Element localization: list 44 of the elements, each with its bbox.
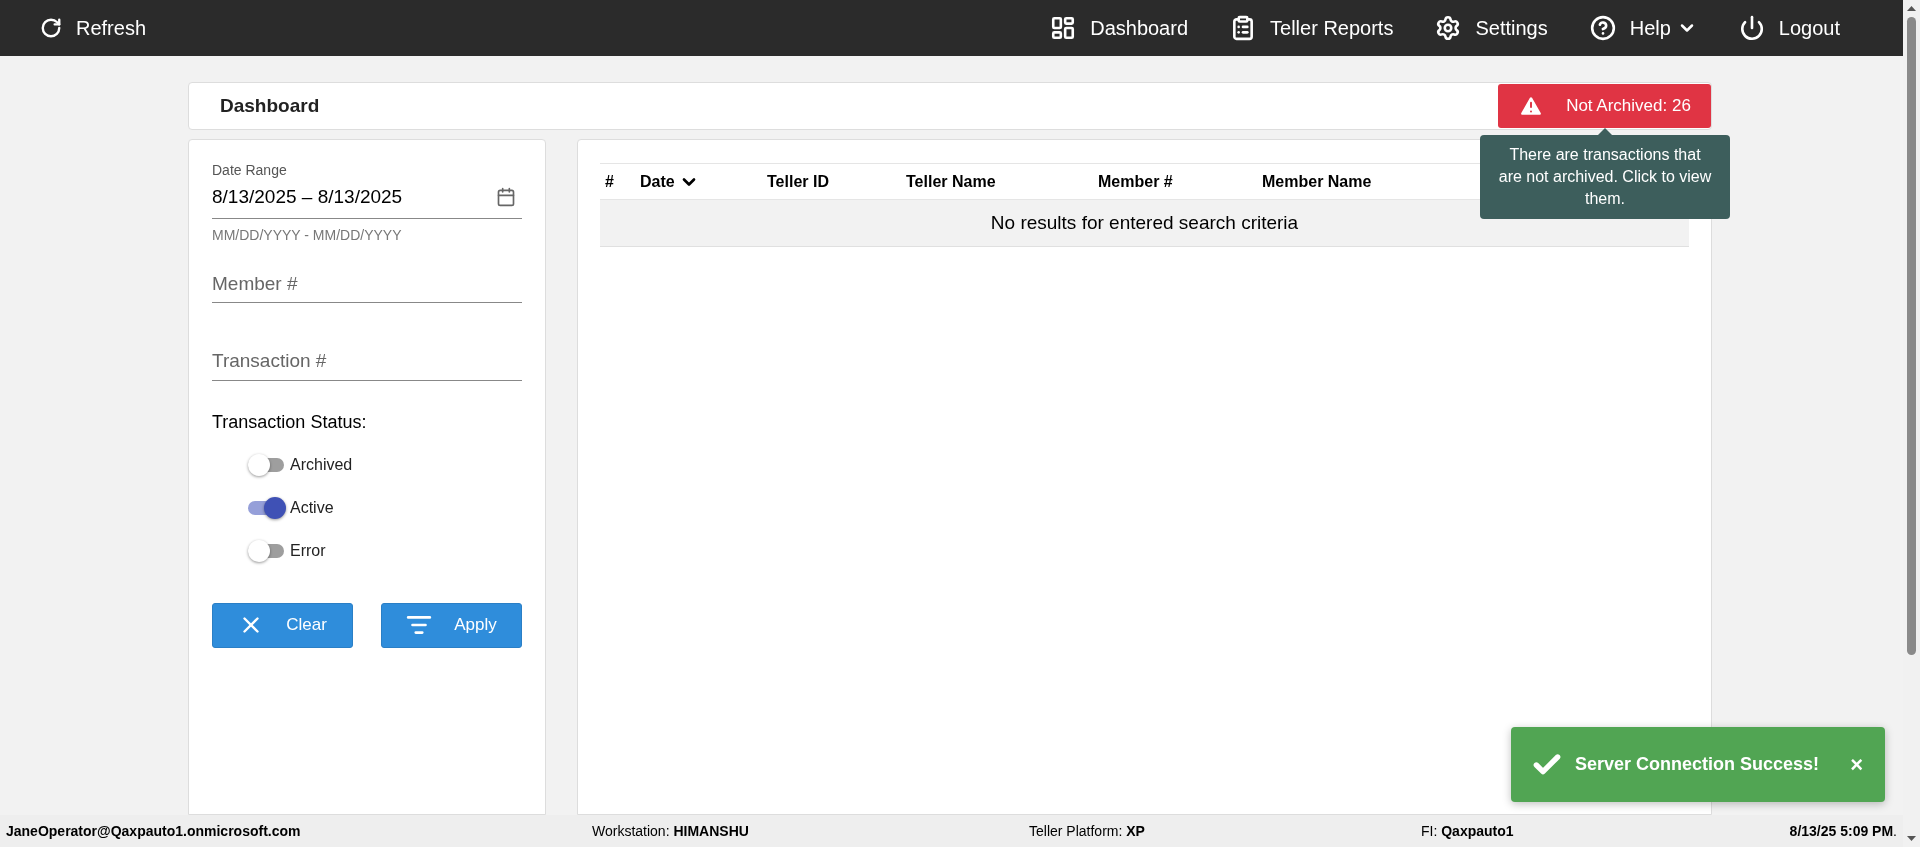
- member-field[interactable]: Member #: [212, 269, 522, 303]
- toggle-switch[interactable]: [248, 454, 286, 476]
- column-header[interactable]: Member #: [1098, 169, 1173, 194]
- column-header[interactable]: Teller ID: [767, 169, 829, 194]
- nav-link[interactable]: Dashboard: [1050, 13, 1189, 43]
- settings-icon: [1435, 15, 1462, 41]
- transaction-field[interactable]: Transaction #: [212, 347, 522, 381]
- refresh-button[interactable]: Refresh: [40, 13, 147, 43]
- help-icon: [1589, 15, 1616, 41]
- column-header[interactable]: #: [605, 169, 614, 194]
- status-text: JaneOperator@Qaxpauto1.onmicrosoft.com: [6, 822, 301, 839]
- toggle-switch[interactable]: [248, 540, 286, 562]
- status-text: 8/13/25 5:09 PM.: [1789, 822, 1897, 839]
- not-archived-button[interactable]: Not Archived: 26: [1498, 84, 1711, 128]
- apply-button[interactable]: Apply: [381, 602, 522, 648]
- clear-button[interactable]: Clear: [212, 602, 353, 648]
- column-header[interactable]: Member Name: [1262, 169, 1372, 194]
- field-hint: MM/DD/YYYY - MM/DD/YYYY: [212, 225, 403, 245]
- status-label: Transaction Status:: [212, 410, 368, 434]
- dashboard-icon: [1050, 15, 1077, 41]
- column-header[interactable]: Teller Name: [906, 169, 996, 194]
- page-title: Dashboard: [220, 93, 320, 118]
- nav-link[interactable]: Logout: [1738, 13, 1840, 43]
- status-text: Workstation: HIMANSHU: [592, 822, 749, 839]
- status-text: FI: Qaxpauto1: [1421, 822, 1514, 839]
- toggle-label: Active: [290, 498, 334, 518]
- scrollbar-thumb[interactable]: [1907, 17, 1916, 655]
- nav-link[interactable]: Teller Reports: [1230, 13, 1394, 43]
- empty-message: No results for entered search criteria: [990, 210, 1299, 235]
- field-label: Date Range: [212, 161, 288, 180]
- nav-link[interactable]: Settings: [1435, 13, 1548, 43]
- field-value: 8/13/2025 – 8/13/2025: [212, 185, 403, 209]
- column-header[interactable]: Date: [640, 169, 699, 194]
- nav-link[interactable]: Help: [1589, 13, 1697, 43]
- date-range-field[interactable]: Date Range 8/13/2025 – 8/13/2025: [212, 160, 522, 219]
- tooltip-text: There are transactions that are not archived. Click to view them.: [1498, 146, 1712, 207]
- toggle-label: Archived: [290, 455, 353, 475]
- power-icon: [1738, 15, 1765, 41]
- status-text: Teller Platform: XP: [1029, 822, 1145, 839]
- calendar-icon: [496, 187, 516, 208]
- refresh-icon: [40, 17, 62, 39]
- toggle-switch[interactable]: [248, 497, 286, 519]
- toggle-label: Error: [290, 541, 326, 561]
- toast-message: Server Connection Success!: [1575, 753, 1821, 776]
